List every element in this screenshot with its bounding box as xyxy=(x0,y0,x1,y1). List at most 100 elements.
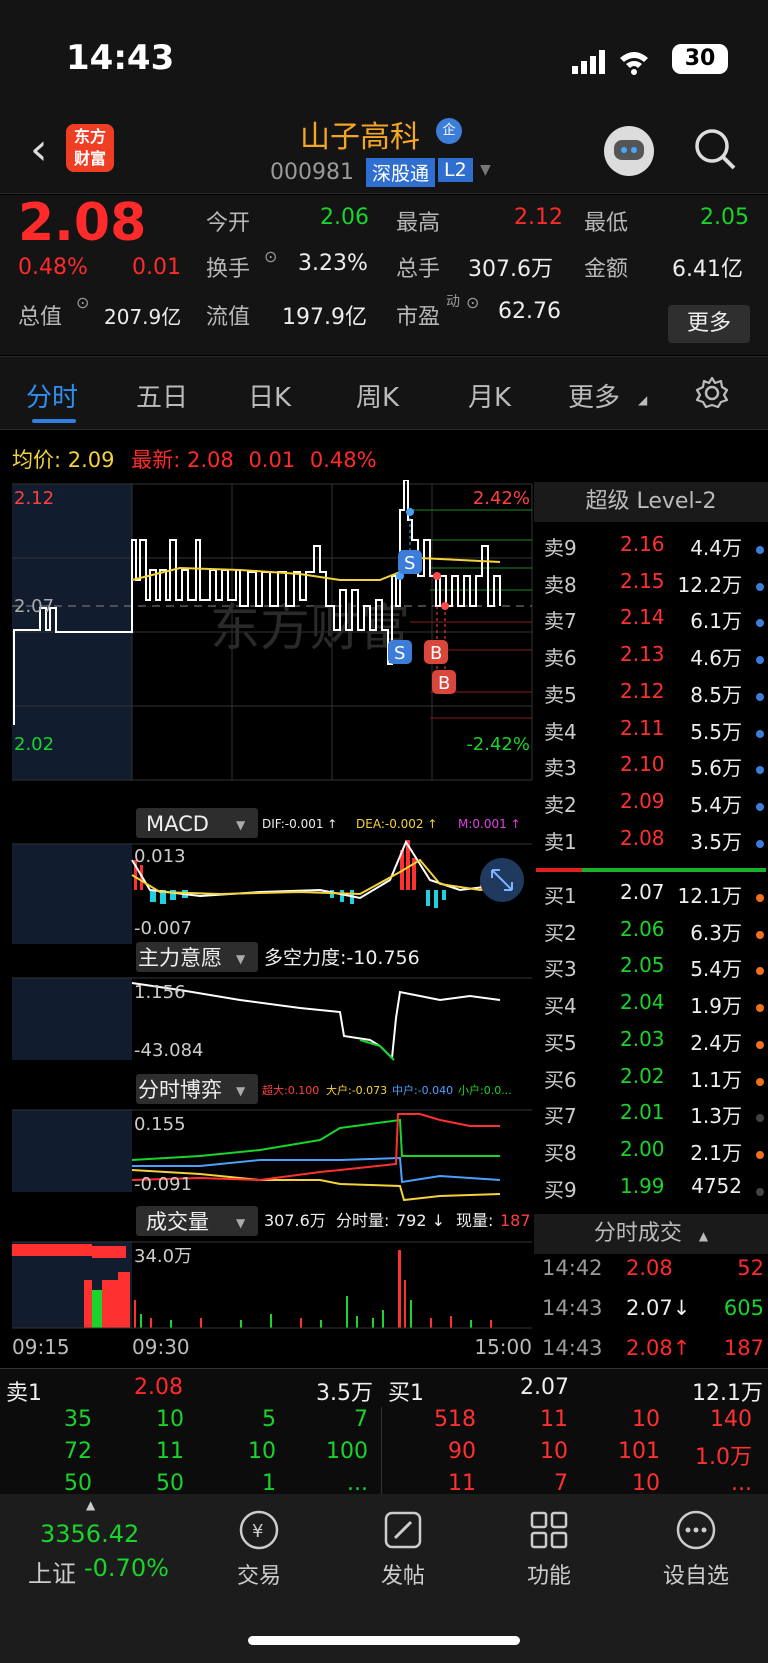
ask-row[interactable]: 卖5 2.12 8.5万 xyxy=(540,679,768,715)
y-axis-high: 2.12 xyxy=(14,488,54,509)
bid-label: 买5 xyxy=(544,1030,577,1055)
macd-m: M:0.001 ↑ xyxy=(458,817,521,831)
level2-title[interactable]: 超级 Level-2 xyxy=(534,482,768,522)
signal-wifi-icon xyxy=(572,50,648,75)
more-button[interactable]: 更多 xyxy=(668,305,750,343)
index-value[interactable]: 3356.42 xyxy=(40,1520,139,1548)
sell-marker[interactable]: S xyxy=(398,550,422,574)
bid-row[interactable]: 买8 2.00 2.1万 xyxy=(540,1137,768,1173)
bid-row[interactable]: 买2 2.06 6.3万 xyxy=(540,917,768,953)
info-icon[interactable]: ⊙ xyxy=(76,293,89,312)
change-percent: 0.48% xyxy=(18,255,88,280)
ask-row[interactable]: 卖6 2.13 4.6万 xyxy=(540,642,768,678)
ask-volume: 4.4万 xyxy=(690,536,742,560)
expand-icon[interactable] xyxy=(480,858,524,902)
pe-value: 62.76 xyxy=(498,299,561,324)
low-label: 最低 xyxy=(584,211,629,236)
open-value: 2.06 xyxy=(320,205,369,230)
float-value: 197.9亿 xyxy=(282,305,367,330)
tick-volume: 605 xyxy=(723,1296,764,1320)
bid-price: 2.06 xyxy=(620,916,665,941)
queue-order: 5 xyxy=(262,1407,276,1432)
bid-volume: 5.4万 xyxy=(690,957,742,982)
bid-label: 买7 xyxy=(544,1104,577,1129)
nav-function-label: 功能 xyxy=(526,1564,571,1589)
tab-daily-k[interactable]: 日K xyxy=(248,377,291,414)
logo-text-2: 财富 xyxy=(73,149,106,168)
ask-price: 2.11 xyxy=(620,715,665,740)
latest-label: 最新: xyxy=(131,448,181,472)
queue-buy-volume: 12.1万 xyxy=(692,1381,763,1406)
order-dot-icon xyxy=(756,692,764,701)
game-label: 分时博弈 xyxy=(138,1078,222,1102)
current-price: 2.08 xyxy=(18,193,147,253)
queue-order: 10 xyxy=(632,1407,660,1432)
bid-label: 买4 xyxy=(544,994,577,1019)
queue-order: 90 xyxy=(448,1439,476,1464)
bid-volume: 1.9万 xyxy=(690,994,742,1019)
sell-marker[interactable]: S xyxy=(388,640,412,664)
main-force-line-down xyxy=(359,1039,395,1061)
ask-row[interactable]: 卖4 2.11 5.5万 xyxy=(540,716,768,752)
bid-volume: 1.1万 xyxy=(690,1067,742,1092)
bid-row[interactable]: 买5 2.03 2.4万 xyxy=(540,1027,768,1063)
force-y-top: 1.156 xyxy=(134,982,186,1003)
dropdown-arrow-icon[interactable]: ▼ xyxy=(480,162,491,178)
order-dot-icon xyxy=(756,1187,764,1196)
queue-order: 140 xyxy=(710,1407,752,1432)
intraday-charts[interactable]: 东方财富 S S B B 2.12 2.07 2.02 2.42% -2.42%… xyxy=(0,480,534,1360)
nav-post[interactable]: 发帖 xyxy=(368,1494,438,1590)
ticks-list: 14:42 2.08 52 14:43 2.07↓ 605 14:43 2.08… xyxy=(542,1256,764,1376)
ask-row[interactable]: 卖1 2.08 3.5万 xyxy=(540,826,768,862)
bid-price: 2.05 xyxy=(620,953,665,978)
search-icon[interactable] xyxy=(692,126,740,174)
buy-marker[interactable]: B xyxy=(424,640,448,664)
now-volume: 187 xyxy=(500,1211,531,1230)
ask-row[interactable]: 卖7 2.14 6.1万 xyxy=(540,605,768,641)
tab-intraday[interactable]: 分时 xyxy=(26,377,78,414)
ask-row[interactable]: 卖8 2.15 12.2万 xyxy=(540,569,768,605)
ask-row[interactable]: 卖9 2.16 4.4万 xyxy=(540,532,768,568)
tab-weekly-k[interactable]: 周K xyxy=(356,377,399,414)
tab-monthly-k[interactable]: 月K xyxy=(468,377,511,414)
queue-sell-volume: 3.5万 xyxy=(316,1381,373,1406)
stock-name[interactable]: 山子高科 xyxy=(300,112,420,156)
grid-icon xyxy=(530,1511,568,1549)
buy-marker[interactable]: B xyxy=(432,670,456,694)
nav-watchlist[interactable]: 设自选 xyxy=(656,1494,736,1590)
bid-price: 2.03 xyxy=(620,1026,665,1051)
ticks-header[interactable]: 分时成交 ▲ xyxy=(534,1214,768,1254)
latest-change: 0.01 xyxy=(248,448,296,472)
order-dot-icon xyxy=(756,656,764,665)
assistant-robot-icon[interactable] xyxy=(604,126,654,176)
tab-more[interactable]: 更多 xyxy=(568,377,620,414)
bid-row[interactable]: 买6 2.02 1.1万 xyxy=(540,1064,768,1100)
bid-price: 2.04 xyxy=(620,990,665,1015)
bid-volume: 1.3万 xyxy=(690,1104,742,1129)
ask-row[interactable]: 卖2 2.09 5.4万 xyxy=(540,789,768,825)
nav-function[interactable]: 功能 xyxy=(514,1494,584,1590)
bid-row[interactable]: 买1 2.07 12.1万 xyxy=(540,880,768,916)
settings-gear-icon[interactable] xyxy=(694,375,730,411)
force-y-bottom: -43.084 xyxy=(134,1040,203,1061)
back-icon[interactable]: ‹ xyxy=(30,128,48,172)
queue-order: 10 xyxy=(156,1407,184,1432)
ask-label: 卖1 xyxy=(544,829,577,854)
bid-row[interactable]: 买4 2.04 1.9万 xyxy=(540,990,768,1026)
game-small: 小户:0.0... xyxy=(458,1083,512,1097)
volume-total: 307.6万 xyxy=(264,1211,326,1230)
more-dots-icon xyxy=(676,1510,716,1550)
high-label: 最高 xyxy=(396,211,441,236)
nav-trade[interactable]: ¥ 交易 xyxy=(224,1494,294,1590)
stock-code: 000981 xyxy=(270,160,354,185)
volume-value: 307.6万 xyxy=(468,257,553,282)
info-icon[interactable]: ⊙ xyxy=(264,247,277,266)
info-icon[interactable]: ⊙ xyxy=(466,293,479,312)
latest-percent: 0.48% xyxy=(309,448,377,472)
bid-row[interactable]: 买3 2.05 5.4万 xyxy=(540,953,768,989)
bid-price: 1.99 xyxy=(620,1173,665,1198)
ask-row[interactable]: 卖3 2.10 5.6万 xyxy=(540,752,768,788)
bid-row[interactable]: 买7 2.01 1.3万 xyxy=(540,1100,768,1136)
bid-row[interactable]: 买9 1.99 4752 xyxy=(540,1174,768,1210)
tab-five-day[interactable]: 五日 xyxy=(136,377,188,414)
